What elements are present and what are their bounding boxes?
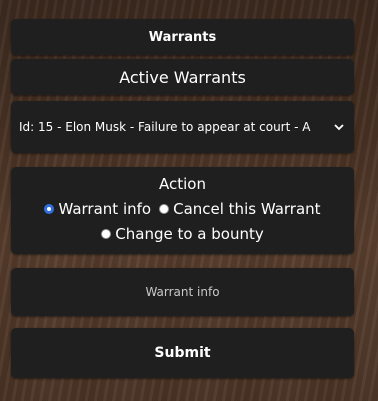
warrant-info-panel: Warrant info [11, 268, 354, 316]
radio-label: Change to a bounty [115, 225, 264, 243]
warrant-info-text: Warrant info [145, 285, 220, 299]
warrant-select[interactable]: Id: 15 - Elon Musk - Failure to appear a… [11, 101, 354, 153]
submit-label: Submit [154, 345, 211, 361]
radio-unchecked-icon[interactable] [159, 204, 170, 214]
warrants-title-bar: Warrants [11, 19, 354, 55]
warrant-select-value: Id: 15 - Elon Musk - Failure to appear a… [19, 120, 311, 134]
submit-button[interactable]: Submit [11, 328, 354, 378]
action-group: Action Warrant info Cancel this Warrant … [11, 167, 354, 254]
radio-label: Warrant info [58, 200, 152, 218]
radio-unchecked-icon[interactable] [101, 229, 112, 239]
active-warrants-header: Active Warrants [11, 59, 354, 95]
radio-label: Cancel this Warrant [173, 200, 321, 218]
section-title: Active Warrants [119, 67, 246, 87]
radio-cancel-warrant[interactable]: Cancel this Warrant [159, 200, 321, 218]
action-title: Action [159, 175, 206, 193]
radio-warrant-info[interactable]: Warrant info [44, 200, 151, 218]
chevron-down-icon [332, 120, 346, 134]
page-title: Warrants [148, 29, 217, 45]
radio-checked-icon[interactable] [44, 204, 55, 214]
radio-change-to-bounty[interactable]: Change to a bounty [101, 225, 264, 243]
